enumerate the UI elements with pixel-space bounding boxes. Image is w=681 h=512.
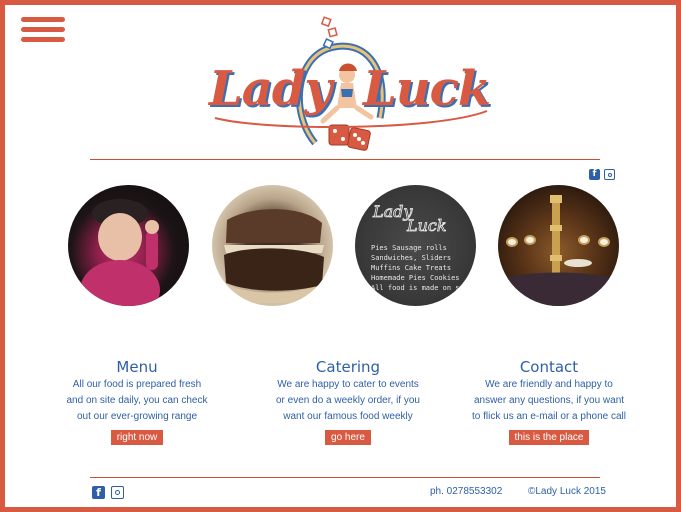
- footer-divider: [90, 477, 600, 478]
- menu-description-line: and on site daily, you can check: [66, 395, 208, 406]
- menu-section: Menu All our food is prepared fresh and …: [42, 357, 232, 445]
- restaurant-interior-photo[interactable]: [498, 185, 619, 306]
- contact-description-line: We are friendly and happy to: [485, 379, 613, 390]
- pie-photo[interactable]: [212, 185, 333, 306]
- pie-photo-art: [224, 209, 324, 303]
- social-links-top: f: [589, 169, 615, 180]
- catering-button[interactable]: go here: [325, 430, 371, 445]
- catering-description-line: We are happy to cater to events: [277, 379, 419, 390]
- chalk-menu-text: Pies Sausage rolls Sandwiches, Sliders M…: [371, 244, 473, 292]
- contact-title: Contact: [519, 358, 579, 376]
- contact-section: Contact We are friendly and happy to ans…: [454, 357, 644, 445]
- header-divider: [90, 159, 600, 160]
- contact-description-line: to flick us an e-mail or a phone call: [472, 411, 626, 422]
- chalkboard-menu-photo[interactable]: Lady Luck Pies Sausage rolls Sandwiches,…: [355, 185, 476, 306]
- contact-button[interactable]: this is the place: [508, 430, 590, 445]
- facebook-icon[interactable]: f: [589, 169, 600, 180]
- menu-description-line: out our ever-growing range: [76, 411, 198, 422]
- child-photo[interactable]: [68, 185, 189, 306]
- logo-text-luck: Luck: [363, 61, 491, 117]
- menu-title: Menu: [116, 358, 158, 376]
- facebook-icon[interactable]: f: [92, 486, 105, 499]
- interior-art: [498, 195, 619, 306]
- contact-description-line: answer any questions, if you want: [473, 395, 625, 406]
- social-links-footer: f: [92, 486, 124, 499]
- instagram-icon[interactable]: [111, 486, 124, 499]
- menu-description-line: All our food is prepared fresh: [72, 379, 202, 390]
- page-frame: Lady Luck f Lady Luck Pies Sausage rolls…: [0, 0, 681, 512]
- lady-luck-logo[interactable]: Lady Luck: [205, 13, 495, 158]
- svg-text:Luck: Luck: [406, 216, 447, 235]
- footer-phone[interactable]: ph. 0278553302: [430, 486, 502, 497]
- instagram-icon[interactable]: [604, 169, 615, 180]
- child-photo-art: [80, 199, 160, 306]
- catering-section: Catering We are happy to cater to events…: [253, 357, 443, 445]
- logo-text-lady: Lady: [209, 61, 332, 117]
- catering-description-line: want our famous food weekly: [283, 411, 413, 422]
- menu-button[interactable]: right now: [110, 430, 164, 445]
- hamburger-icon[interactable]: [21, 17, 65, 43]
- catering-description-line: or even do a weekly order, if you: [276, 395, 420, 406]
- footer-copyright: ©Lady Luck 2015: [528, 486, 606, 497]
- catering-title: Catering: [315, 358, 381, 376]
